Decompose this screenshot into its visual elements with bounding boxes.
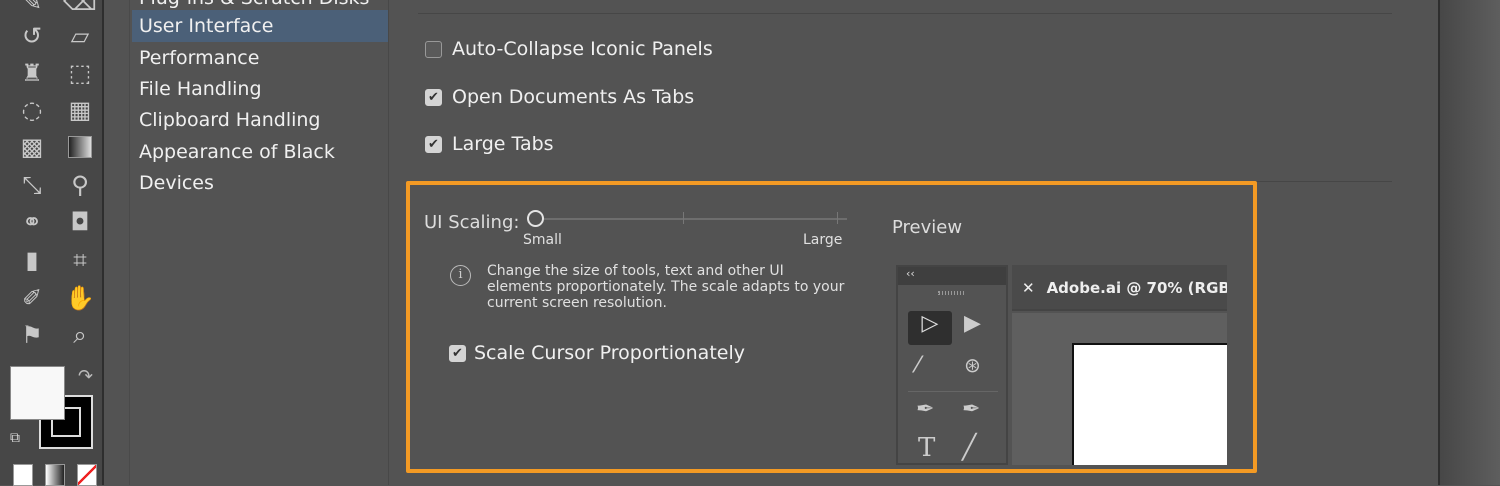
slider-min-label: Small xyxy=(523,232,562,248)
ui-scaling-slider-thumb[interactable] xyxy=(527,210,544,227)
large-tabs-checkbox[interactable]: ✔ Large Tabs xyxy=(425,133,554,155)
free-distort-tool-icon[interactable]: ⬚ xyxy=(63,57,97,89)
right-panel-edge xyxy=(1438,0,1500,485)
info-icon: i xyxy=(450,265,471,286)
slider-max-label: Large xyxy=(803,232,843,248)
hand-tool-icon[interactable]: ✋ xyxy=(63,282,97,314)
slice-tool-icon[interactable]: ✐ xyxy=(15,282,49,314)
direct-selection-tool-icon: ▶ xyxy=(964,311,981,336)
tools-panel: ✎ ⌫ ↺ ▱ ♜ ⬚ ◌ ▦ ▩ ⤡ ⚲ ⚭ ◘ ▮ ⌗ ✐ ✋ ⚑ ⌕ ↷ … xyxy=(0,0,104,486)
preview-artboard xyxy=(1072,343,1227,465)
preferences-category-list: Plug-ins & Scratch Disks User Interface … xyxy=(129,0,389,485)
gradient-tool-icon[interactable] xyxy=(63,131,97,163)
eraser-tool-icon[interactable]: ⌫ xyxy=(63,0,97,18)
perspective-grid-tool-icon[interactable]: ▦ xyxy=(63,94,97,126)
preview-document-tab: Adobe.ai @ 70% (RGB/ xyxy=(1046,279,1227,297)
magic-wand-icon: ⁄ xyxy=(916,353,920,378)
rotate-tool-icon[interactable]: ↺ xyxy=(15,20,49,52)
symbol-sprayer-tool-icon[interactable]: ◘ xyxy=(63,206,97,238)
blend-tool-icon[interactable]: ⚭ xyxy=(15,206,49,238)
selection-tool-icon: ▷ xyxy=(908,311,952,345)
artboard-tool-icon[interactable]: ⌗ xyxy=(63,244,97,276)
close-tab-icon: ✕ xyxy=(1022,279,1035,297)
divider xyxy=(418,13,1392,14)
slider-tick xyxy=(683,212,684,224)
category-clipboard[interactable]: Clipboard Handling xyxy=(132,104,388,136)
open-as-tabs-checkbox[interactable]: ✔ Open Documents As Tabs xyxy=(425,86,694,108)
auto-collapse-checkbox[interactable]: Auto-Collapse Iconic Panels xyxy=(425,38,713,60)
lasso-icon: ⊛ xyxy=(964,353,981,377)
gradient-mode-button[interactable] xyxy=(45,464,65,486)
ui-scaling-label: UI Scaling: xyxy=(424,212,520,233)
fill-swatch[interactable] xyxy=(10,366,65,420)
graph-tool-icon[interactable]: ▮ xyxy=(15,244,49,276)
free-transform-tool-icon[interactable]: ▱ xyxy=(63,20,97,52)
category-user-interface[interactable]: User Interface xyxy=(132,10,388,42)
grip-icon xyxy=(938,291,966,295)
preview-collapse-icon: ‹‹ xyxy=(898,267,1006,285)
shaper-tool-icon[interactable]: ✎ xyxy=(15,0,49,18)
none-mode-button[interactable] xyxy=(77,464,97,486)
checkbox-unchecked[interactable] xyxy=(425,40,442,58)
puppet-warp-tool-icon[interactable]: ⚑ xyxy=(15,319,49,351)
curvature-tool-icon: ✒ xyxy=(962,397,981,422)
ui-scaling-slider-track[interactable] xyxy=(535,218,847,220)
width-tool-icon[interactable]: ♜ xyxy=(15,57,49,89)
mesh-tool-icon[interactable]: ▩ xyxy=(15,131,49,163)
zoom-tool-icon[interactable]: ⌕ xyxy=(63,319,97,351)
shape-builder-tool-icon[interactable]: ◌ xyxy=(15,94,49,126)
checkmark-icon[interactable]: ✔ xyxy=(425,135,442,153)
checkmark-icon[interactable]: ✔ xyxy=(449,344,466,362)
type-tool-icon: T xyxy=(918,433,936,463)
category-file-handling[interactable]: File Handling xyxy=(132,73,388,105)
preview-image: ‹‹ ▷ ▶ ⁄ ⊛ ✒ ✒ T ╱ ✕ Adobe.ai @ 70% (RGB/ xyxy=(896,265,1227,465)
color-mode-button[interactable] xyxy=(13,464,33,486)
eyedropper-tool-icon[interactable]: ⚲ xyxy=(63,169,97,201)
preview-label: Preview xyxy=(892,217,963,238)
checkmark-icon[interactable]: ✔ xyxy=(425,88,442,106)
ui-scaling-section: UI Scaling: Small Large i Change the siz… xyxy=(406,181,1257,473)
scale-cursor-checkbox[interactable]: ✔ Scale Cursor Proportionately xyxy=(449,342,745,364)
pen-tool-icon: ✒ xyxy=(916,397,935,422)
blend-measure-tool-icon[interactable]: ⤡ xyxy=(15,169,49,201)
category-devices[interactable]: Devices xyxy=(132,167,388,199)
slider-tick xyxy=(837,212,838,224)
default-colors-icon[interactable]: ⧉ xyxy=(10,430,20,446)
category-performance[interactable]: Performance xyxy=(132,42,388,74)
ui-scaling-info-text: Change the size of tools, text and other… xyxy=(487,263,845,311)
line-tool-icon: ╱ xyxy=(962,433,977,461)
swap-colors-icon[interactable]: ↷ xyxy=(78,366,93,387)
category-appearance-black[interactable]: Appearance of Black xyxy=(132,136,388,168)
